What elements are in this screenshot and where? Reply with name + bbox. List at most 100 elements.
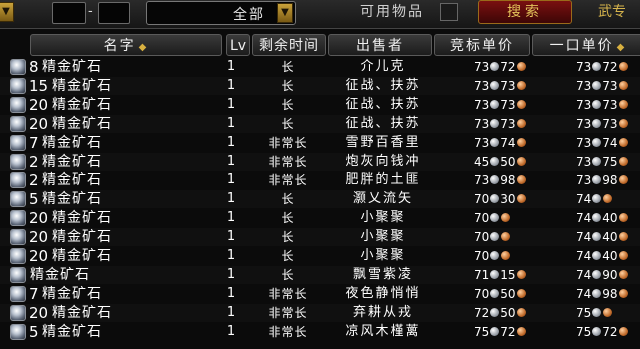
silver-amount: 70 — [474, 192, 490, 207]
time-left: 非常长 — [268, 173, 308, 188]
silver-amount: 73 — [576, 97, 592, 112]
ore-icon[interactable] — [10, 191, 26, 208]
ore-icon[interactable] — [10, 229, 26, 246]
item-name: 精金矿石 — [52, 304, 112, 321]
auction-row[interactable]: 7 精金矿石 1 非常长 雪野百香里 73 74 73 74 — [0, 134, 640, 152]
auction-row[interactable]: 20 精金矿石 1 长 小聚聚 70 74 40 — [0, 247, 640, 265]
copper-amount: 40 — [602, 211, 618, 226]
time-left: 非常长 — [268, 154, 308, 169]
copper-coin-icon — [516, 175, 526, 185]
column-name[interactable]: 名字 ◆ — [30, 34, 222, 56]
column-buyout-label: 一口单价 — [549, 38, 614, 54]
stack-count: 7 — [29, 133, 39, 152]
silver-coin-icon — [490, 232, 500, 242]
silver-coin-icon — [592, 232, 602, 242]
ore-icon[interactable] — [10, 210, 26, 227]
copper-amount: 72 — [500, 60, 516, 74]
item-name: 精金矿石 — [52, 77, 112, 94]
ore-icon[interactable] — [10, 248, 26, 264]
bid-price: 75 72 — [474, 323, 527, 341]
bid-price: 70 — [474, 247, 511, 265]
silver-amount: 73 — [576, 135, 592, 150]
rarity-filter-dropdown[interactable]: 全部 ▼ — [146, 1, 296, 25]
auction-row[interactable]: 7 精金矿石 1 非常长 夜色静悄悄 70 50 74 98 — [0, 285, 640, 303]
seller-name: 肥胖的土匪 — [345, 172, 421, 188]
auction-row[interactable]: 15 精金矿石 1 长 征战、扶苏 73 73 73 73 — [0, 77, 640, 95]
auction-row[interactable]: 20 精金矿石 1 长 小聚聚 70 74 40 — [0, 228, 640, 246]
item-name: 精金矿石 — [42, 323, 102, 340]
ore-icon[interactable] — [10, 266, 26, 283]
copper-amount: 98 — [602, 173, 618, 188]
ore-icon[interactable] — [10, 323, 26, 340]
auction-row[interactable]: 2 精金矿石 1 非常长 炮灰向钱冲 45 50 73 75 — [0, 153, 640, 171]
buyout-price: 73 72 — [576, 58, 629, 76]
ore-icon[interactable] — [10, 134, 26, 151]
auction-row[interactable]: 2 精金矿石 1 非常长 肥胖的土匪 73 98 73 98 — [0, 171, 640, 189]
ore-icon[interactable] — [10, 96, 26, 113]
usable-items-checkbox[interactable] — [440, 3, 458, 21]
min-level-input[interactable] — [52, 2, 86, 24]
silver-coin-icon — [490, 194, 500, 204]
silver-amount: 74 — [576, 211, 592, 226]
copper-amount: 72 — [602, 324, 618, 339]
search-button[interactable]: 搜索 — [478, 0, 572, 24]
time-left: 长 — [281, 60, 295, 74]
max-level-input[interactable] — [98, 2, 130, 24]
silver-amount: 70 — [474, 211, 490, 226]
ore-icon[interactable] — [10, 172, 26, 189]
auction-row[interactable]: 20 精金矿石 1 长 征战、扶苏 73 73 73 73 — [0, 115, 640, 133]
silver-amount: 73 — [474, 60, 490, 74]
bid-price: 73 73 — [474, 115, 527, 133]
column-bid-price[interactable]: 竞标单价 — [434, 34, 530, 56]
ore-icon[interactable] — [10, 153, 26, 170]
silver-coin-icon — [490, 175, 500, 185]
auction-row[interactable]: 20 精金矿石 1 非常长 弃耕从戎 72 50 75 — [0, 304, 640, 322]
auction-row[interactable]: 精金矿石 1 长 飘雪紫凌 71 15 74 90 — [0, 266, 640, 284]
copper-amount: 72 — [602, 60, 618, 74]
auction-row[interactable]: 20 精金矿石 1 长 征战、扶苏 73 73 73 73 — [0, 96, 640, 114]
silver-coin-icon — [490, 269, 500, 279]
column-seller[interactable]: 出售者 — [328, 34, 432, 56]
item-name: 精金矿石 — [42, 153, 102, 170]
bid-price: 70 30 — [474, 190, 527, 208]
copper-coin-icon — [516, 326, 526, 336]
item-name: 精金矿石 — [52, 115, 112, 132]
seller-name: 灏乂流矢 — [352, 191, 413, 207]
silver-coin-icon — [490, 99, 500, 109]
silver-coin-icon — [490, 80, 500, 90]
chevron-down-icon[interactable]: ▼ — [277, 3, 293, 23]
ore-icon[interactable] — [10, 115, 26, 132]
auction-row[interactable]: 5 精金矿石 1 长 灏乂流矢 70 30 74 — [0, 190, 640, 208]
copper-amount: 50 — [500, 154, 516, 169]
silver-coin-icon — [592, 156, 602, 166]
column-buyout-price[interactable]: 一口单价 ◆ — [532, 34, 640, 56]
copper-amount: 90 — [602, 267, 618, 282]
ore-icon[interactable] — [10, 304, 26, 321]
time-left: 长 — [281, 230, 295, 245]
copper-amount: 73 — [500, 116, 516, 131]
buyout-price: 74 90 — [576, 266, 629, 284]
column-level[interactable]: Lv — [226, 34, 250, 56]
column-time-left[interactable]: 剩余时间 — [252, 34, 326, 56]
ore-icon[interactable] — [10, 285, 26, 302]
auction-row[interactable]: 20 精金矿石 1 长 小聚聚 70 74 40 — [0, 209, 640, 227]
auction-row[interactable]: 8 精金矿石 1 长 介儿克 73 72 73 72 — [0, 58, 640, 76]
time-left: 长 — [281, 78, 295, 93]
silver-amount: 71 — [474, 267, 490, 282]
copper-coin-icon — [516, 137, 526, 147]
level-range-arrow-icon[interactable]: ▼ — [0, 2, 14, 22]
silver-amount: 70 — [474, 286, 490, 301]
copper-coin-icon — [516, 156, 526, 166]
stack-count: 2 — [29, 152, 39, 171]
item-name: 精金矿石 — [52, 229, 112, 246]
bid-price: 73 73 — [474, 77, 527, 95]
stack-count: 20 — [29, 228, 49, 247]
copper-coin-icon — [603, 194, 613, 204]
time-left: 非常长 — [268, 135, 308, 150]
auction-row[interactable]: 5 精金矿石 1 非常长 凉风木槿蓠 75 72 75 72 — [0, 323, 640, 341]
ore-icon[interactable] — [10, 59, 26, 75]
time-left: 非常长 — [268, 324, 308, 339]
seller-name: 凉风木槿蓠 — [345, 323, 421, 339]
seller-name: 雪野百香里 — [345, 134, 421, 150]
ore-icon[interactable] — [10, 77, 26, 94]
